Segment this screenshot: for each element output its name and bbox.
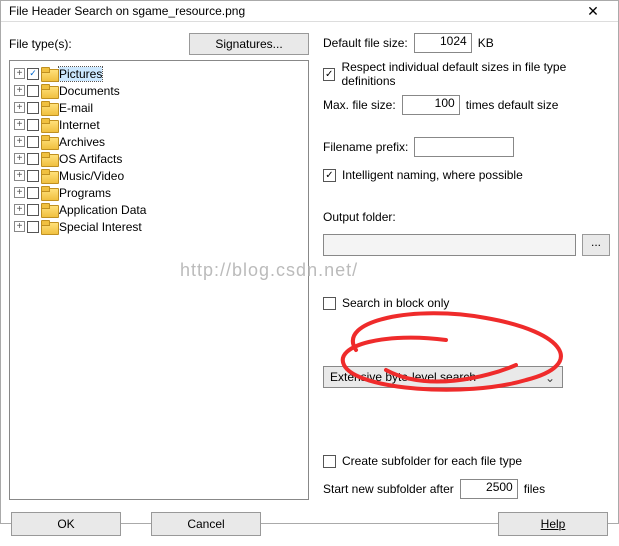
expand-icon[interactable]: + <box>14 187 25 198</box>
tree-item-internet[interactable]: + Internet <box>12 116 306 133</box>
checkbox[interactable] <box>27 170 39 182</box>
file-types-label: File type(s): <box>9 37 189 51</box>
tree-item-application-data[interactable]: + Application Data <box>12 201 306 218</box>
default-size-unit: KB <box>478 36 494 50</box>
dialog-body: File type(s): Signatures... +✓Pictures+D… <box>1 22 618 506</box>
checkbox[interactable] <box>27 85 39 97</box>
search-block-label: Search in block only <box>342 296 449 310</box>
folder-icon <box>41 136 57 148</box>
tree-item-documents[interactable]: + Documents <box>12 82 306 99</box>
folder-icon <box>41 119 57 131</box>
close-icon[interactable]: ✕ <box>576 1 610 21</box>
signatures-button[interactable]: Signatures... <box>189 33 309 55</box>
expand-icon[interactable]: + <box>14 119 25 130</box>
folder-icon <box>41 170 57 182</box>
folder-icon <box>41 187 57 199</box>
tree-item-label: Pictures <box>59 67 102 81</box>
respect-individual-label: Respect individual default sizes in file… <box>341 60 610 88</box>
create-subfolder-label: Create subfolder for each file type <box>342 454 522 468</box>
intelligent-naming-label: Intelligent naming, where possible <box>342 168 523 182</box>
search-block-checkbox[interactable] <box>323 297 336 310</box>
ok-button[interactable]: OK <box>11 512 121 536</box>
checkbox[interactable] <box>27 187 39 199</box>
checkbox[interactable] <box>27 221 39 233</box>
file-type-tree[interactable]: +✓Pictures+Documents+E-mail+Internet+Arc… <box>9 60 309 500</box>
right-panel: Default file size: 1024 KB ✓ Respect ind… <box>317 32 610 500</box>
tree-item-label: Archives <box>59 135 105 149</box>
dialog-buttons: OK Cancel Help <box>1 506 618 546</box>
default-size-input[interactable]: 1024 <box>414 33 472 53</box>
search-mode-value: Extensive byte-level search <box>330 370 476 384</box>
output-folder-input[interactable] <box>323 234 576 256</box>
tree-item-programs[interactable]: + Programs <box>12 184 306 201</box>
tree-item-os-artifacts[interactable]: + OS Artifacts <box>12 150 306 167</box>
dialog-window: File Header Search on sgame_resource.png… <box>0 0 619 524</box>
prefix-label: Filename prefix: <box>323 140 408 154</box>
folder-icon <box>41 102 57 114</box>
tree-item-label: Documents <box>59 84 120 98</box>
tree-item-pictures[interactable]: +✓ Pictures <box>12 65 306 82</box>
window-title: File Header Search on sgame_resource.png <box>9 4 576 18</box>
expand-icon[interactable]: + <box>14 85 25 96</box>
new-subfolder-label: Start new subfolder after <box>323 482 454 496</box>
tree-item-label: Special Interest <box>59 220 142 234</box>
expand-icon[interactable]: + <box>14 136 25 147</box>
checkbox[interactable] <box>27 102 39 114</box>
intelligent-naming-checkbox[interactable]: ✓ <box>323 169 336 182</box>
max-size-suffix: times default size <box>466 98 559 112</box>
tree-item-archives[interactable]: + Archives <box>12 133 306 150</box>
respect-individual-checkbox[interactable]: ✓ <box>323 68 335 81</box>
create-subfolder-checkbox[interactable] <box>323 455 336 468</box>
expand-icon[interactable]: + <box>14 102 25 113</box>
checkbox[interactable] <box>27 119 39 131</box>
expand-icon[interactable]: + <box>14 221 25 232</box>
tree-item-label: Programs <box>59 186 111 200</box>
tree-item-label: E-mail <box>59 101 93 115</box>
default-size-label: Default file size: <box>323 36 408 50</box>
tree-item-music-video[interactable]: + Music/Video <box>12 167 306 184</box>
tree-item-label: Internet <box>59 118 100 132</box>
tree-item-e-mail[interactable]: + E-mail <box>12 99 306 116</box>
tree-item-label: Music/Video <box>59 169 124 183</box>
prefix-input[interactable] <box>414 137 514 157</box>
expand-icon[interactable]: + <box>14 153 25 164</box>
tree-item-special-interest[interactable]: + Special Interest <box>12 218 306 235</box>
folder-icon <box>41 204 57 216</box>
folder-icon <box>41 221 57 233</box>
search-mode-dropdown[interactable]: Extensive byte-level search ⌄ <box>323 366 563 388</box>
new-subfolder-unit: files <box>524 482 545 496</box>
expand-icon[interactable]: + <box>14 68 25 79</box>
expand-icon[interactable]: + <box>14 170 25 181</box>
folder-icon <box>41 68 57 80</box>
checkbox[interactable]: ✓ <box>27 68 39 80</box>
output-folder-label: Output folder: <box>323 210 396 224</box>
titlebar: File Header Search on sgame_resource.png… <box>1 1 618 22</box>
tree-item-label: OS Artifacts <box>59 152 122 166</box>
browse-button[interactable]: ... <box>582 234 610 256</box>
cancel-button[interactable]: Cancel <box>151 512 261 536</box>
checkbox[interactable] <box>27 153 39 165</box>
help-button[interactable]: Help <box>498 512 608 536</box>
tree-item-label: Application Data <box>59 203 146 217</box>
new-subfolder-input[interactable]: 2500 <box>460 479 518 499</box>
max-size-label: Max. file size: <box>323 98 396 112</box>
checkbox[interactable] <box>27 136 39 148</box>
max-size-input[interactable]: 100 <box>402 95 460 115</box>
checkbox[interactable] <box>27 204 39 216</box>
folder-icon <box>41 85 57 97</box>
left-header: File type(s): Signatures... <box>9 32 309 56</box>
expand-icon[interactable]: + <box>14 204 25 215</box>
chevron-down-icon: ⌄ <box>542 370 558 386</box>
left-panel: File type(s): Signatures... +✓Pictures+D… <box>9 32 309 500</box>
folder-icon <box>41 153 57 165</box>
